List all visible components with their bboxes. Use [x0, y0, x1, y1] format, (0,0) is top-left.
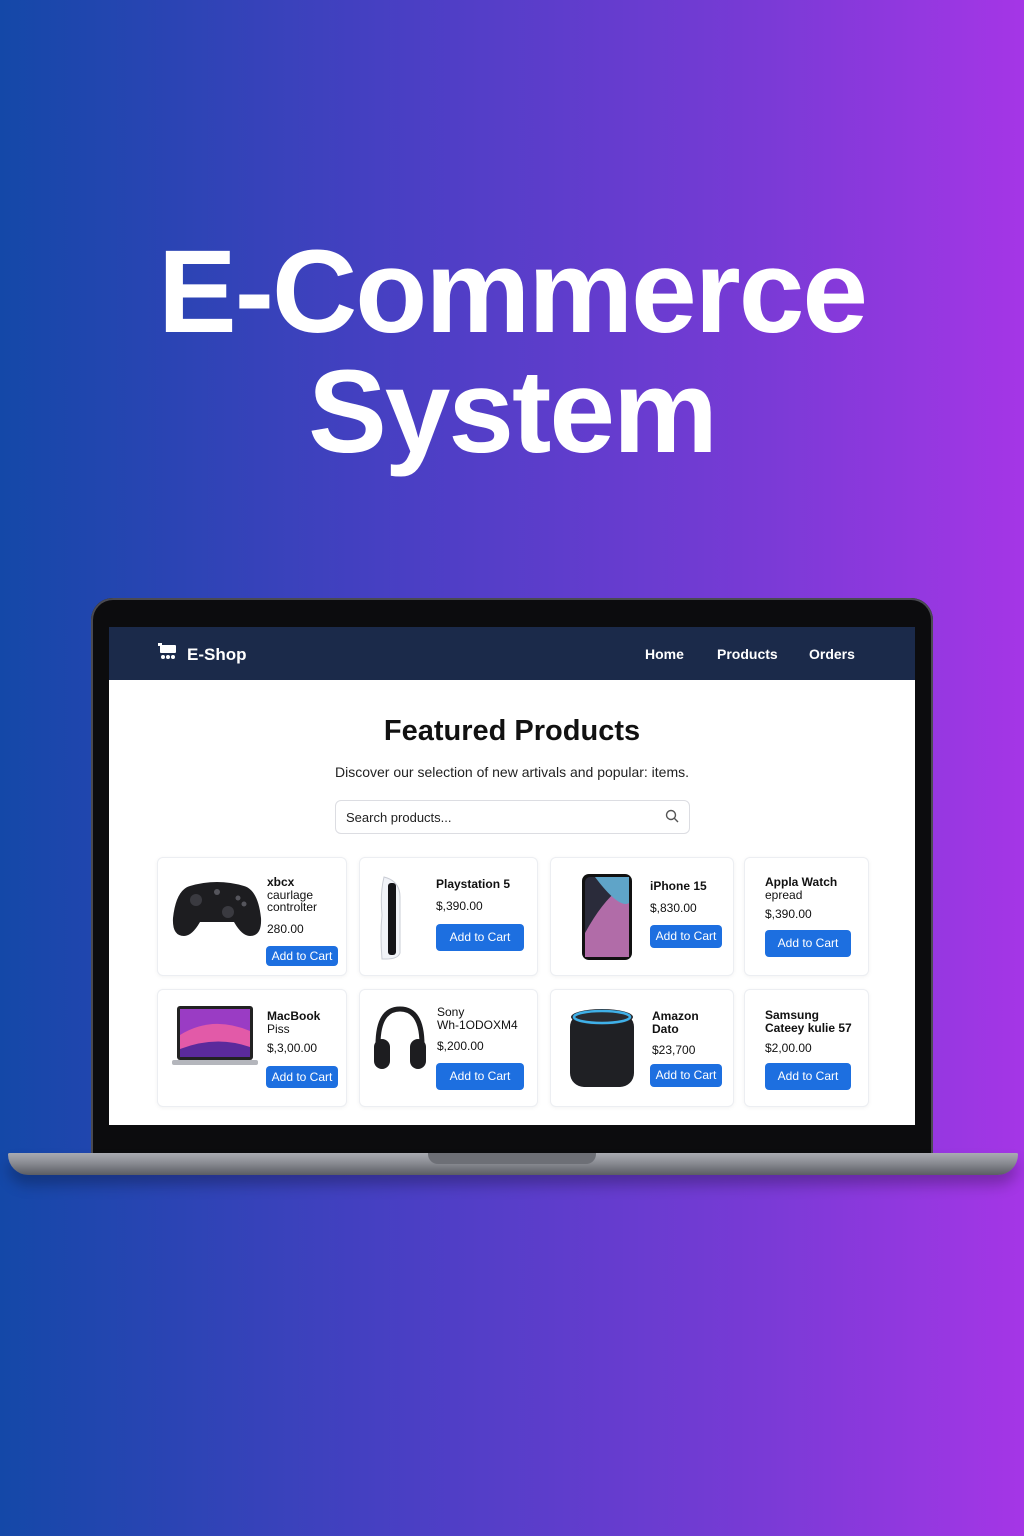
hero-title-line2: System — [308, 346, 718, 478]
product-subtitle: Piss — [267, 1021, 290, 1036]
page-subtitle: Discover our selection of new artivals a… — [334, 764, 690, 780]
navbar: E-Shop Home Products Orders — [109, 627, 915, 680]
product-subtitle: Dato — [652, 1021, 679, 1036]
laptop-notch — [428, 1153, 596, 1164]
product-name: Sony — [437, 1005, 465, 1019]
product-name: iPhone 15 — [650, 879, 707, 893]
product-price: 280.00 — [267, 922, 304, 936]
product-name: Samsung — [765, 1008, 820, 1022]
product-subtitle: Cateey kulie 57 — [765, 1020, 852, 1035]
brand-label: E-Shop — [187, 644, 247, 664]
laptop-screen: E-Shop Home Products Orders Featured Pro… — [109, 627, 915, 1125]
product-name: Appla Watch — [765, 875, 838, 889]
product-card[interactable]: iPhone 15 $,830.00 Add to Cart — [550, 857, 734, 976]
product-price: $,390.00 — [765, 907, 812, 921]
product-name: Playstation 5 — [436, 877, 511, 891]
product-card[interactable]: Playstation 5 $,390.00 Add to Cart — [359, 857, 538, 976]
product-subtitle: Wh-1ODOXM4 — [437, 1017, 518, 1032]
add-to-cart-button[interactable]: Add to Cart — [436, 924, 524, 951]
search-placeholder: Search products... — [346, 810, 452, 825]
search-input[interactable]: Search products... — [335, 800, 690, 834]
smart-speaker-icon — [569, 1007, 635, 1096]
product-name: xbcx — [267, 875, 295, 889]
game-controller-icon — [172, 878, 262, 945]
nav-orders[interactable]: Orders — [809, 646, 855, 662]
product-card[interactable]: Sony Wh-1ODOXM4 $,200.00 Add to Cart — [359, 989, 538, 1107]
add-to-cart-button[interactable]: Add to Cart — [765, 930, 851, 957]
nav-home[interactable]: Home — [645, 646, 684, 662]
phone-icon — [581, 873, 633, 966]
add-to-cart-button[interactable]: Add to Cart — [650, 1064, 722, 1087]
page-title: Featured Products — [383, 715, 641, 747]
search-icon[interactable] — [665, 809, 679, 828]
product-card[interactable]: MacBook Piss $,3,00.00 Add to Cart — [157, 989, 347, 1107]
headphones-icon — [372, 1005, 428, 1082]
product-card[interactable]: Appla Watch epread $,390.00 Add to Cart — [744, 857, 869, 976]
brand[interactable]: E-Shop — [157, 642, 247, 667]
add-to-cart-button[interactable]: Add to Cart — [765, 1063, 851, 1090]
add-to-cart-button[interactable]: Add to Cart — [266, 1066, 338, 1088]
product-price: $,390.00 — [436, 899, 483, 913]
product-card[interactable]: xbcx caurlage controlter 280.00 Add to C… — [157, 857, 347, 976]
product-card[interactable]: Samsung Cateey kulie 57 $2,00.00 Add to … — [744, 989, 869, 1107]
add-to-cart-button[interactable]: Add to Cart — [650, 925, 722, 948]
hero-title-line1: E-Commerce — [158, 226, 868, 358]
product-price: $,200.00 — [437, 1039, 484, 1053]
product-card[interactable]: Amazon Dato $23,700 Add to Cart — [550, 989, 734, 1107]
nav-products[interactable]: Products — [717, 646, 778, 662]
product-price: $,3,00.00 — [267, 1041, 318, 1055]
product-price: $2,00.00 — [765, 1041, 812, 1055]
product-price: $23,700 — [652, 1043, 696, 1057]
product-name: Amazon — [652, 1009, 699, 1023]
product-subtitle: controlter — [267, 900, 318, 914]
console-icon — [378, 875, 404, 966]
add-to-cart-button[interactable]: Add to Cart — [266, 946, 338, 966]
cart-icon — [157, 642, 179, 667]
product-price: $,830.00 — [650, 901, 697, 915]
laptop-icon — [172, 1005, 258, 1072]
product-name: MacBook — [267, 1009, 321, 1023]
product-subtitle: epread — [765, 887, 803, 902]
add-to-cart-button[interactable]: Add to Cart — [436, 1063, 524, 1090]
